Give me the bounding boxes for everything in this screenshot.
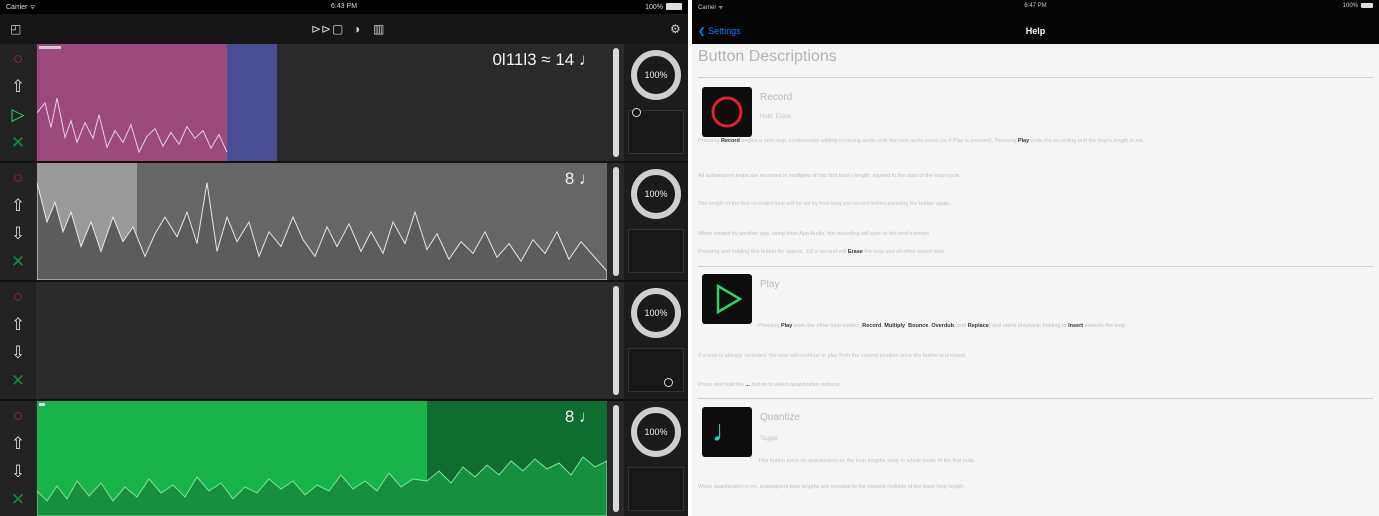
play-paragraph-2: If a loop is already recorded, the loop …	[698, 353, 967, 359]
track-1-divider[interactable]	[613, 48, 619, 157]
track-2-volume-knob[interactable]: 100%	[631, 169, 681, 219]
play-button-icon[interactable]: ▷	[4, 104, 32, 126]
record-icon-box	[702, 87, 752, 137]
record-button-icon[interactable]: ○	[4, 167, 32, 189]
battery-percent: 100%	[645, 4, 663, 11]
stop-icon[interactable]: ▢	[332, 22, 343, 36]
multiply-button-icon[interactable]: ⇧	[4, 314, 32, 336]
track-2-divider[interactable]	[613, 167, 619, 276]
track-1-loop-region	[37, 44, 227, 161]
multiply-button-icon[interactable]: ⇧	[4, 433, 32, 455]
battery-indicator: 100%	[645, 3, 682, 11]
record-button-icon[interactable]: ○	[4, 405, 32, 427]
square-icon[interactable]: ◰	[10, 22, 21, 36]
record-paragraph-3: The length of the first recorded loop wi…	[698, 201, 951, 207]
track-4-volume-knob[interactable]: 100%	[631, 407, 681, 457]
track-3-waveform[interactable]	[37, 282, 607, 399]
record-paragraph-5: Pressing and holding this button for app…	[698, 249, 946, 255]
track-4-divider[interactable]	[613, 405, 619, 512]
record-button-icon[interactable]: ○	[4, 48, 32, 70]
track-3-empty-region	[37, 282, 607, 399]
track-3: ○ ⇧ ⇩ ✕ 100%	[0, 282, 688, 401]
battery-indicator: 100%	[1343, 3, 1373, 9]
section-heading: Button Descriptions	[698, 48, 837, 65]
track-2-controls: 100%	[624, 163, 688, 280]
record-paragraph-4: When hosted by another app, using Inter-…	[698, 231, 931, 237]
track-1-position-marker	[39, 45, 61, 49]
play-paragraph-3: Press and hold the ... button to select …	[698, 382, 841, 388]
divider	[698, 398, 1373, 399]
toolbar: ◰ ⊳⊳ ▢ ◑ ▥ ⚙	[0, 14, 688, 44]
battery-icon	[1361, 3, 1373, 8]
track-4: ○ ⇧ ⇩ ✕ 8 ♩ 100%	[0, 401, 688, 516]
gear-icon[interactable]: ⚙	[670, 22, 681, 36]
mute-button-icon[interactable]: ✕	[4, 251, 32, 273]
track-2-buttons: ○ ⇧ ⇩ ✕	[0, 163, 36, 280]
track-3-divider[interactable]	[613, 286, 619, 395]
undo-button-icon[interactable]: ⇩	[4, 342, 32, 364]
track-3-pan-slot[interactable]	[628, 348, 684, 392]
skip-icon[interactable]: ⊳⊳	[311, 22, 331, 36]
track-2-length-label: 8 ♩	[564, 169, 596, 188]
record-paragraph-2: All subsequent loops are recorded in mul…	[698, 173, 961, 179]
quantize-paragraph-2: When quantization is on, subsequent loop…	[698, 484, 965, 490]
mute-button-icon[interactable]: ✕	[4, 370, 32, 392]
trash-icon[interactable]: ▥	[373, 22, 384, 36]
mute-button-icon[interactable]: ✕	[4, 489, 32, 511]
quantize-paragraph-1: This button turns on quantization so the…	[758, 458, 976, 464]
record-icon	[711, 96, 743, 128]
play-paragraph-1: Pressing Play ends the other loop modes …	[758, 323, 1127, 329]
battery-percent: 100%	[1342, 3, 1358, 9]
track-2: ○ ⇧ ⇩ ✕ 8 ♩ 100%	[0, 163, 688, 282]
track-4-controls: 100%	[624, 401, 688, 516]
divider	[698, 266, 1373, 267]
quantize-icon-box: ♩	[702, 407, 752, 457]
track-1-overdub-region	[227, 44, 277, 161]
play-title: Play	[760, 279, 780, 290]
track-1-controls: 100%	[624, 44, 688, 161]
track-1-volume-knob[interactable]: 100%	[631, 50, 681, 100]
multiply-button-icon[interactable]: ⇧	[4, 195, 32, 217]
track-1-buttons: ○ ⇧ ▷ ✕	[0, 44, 36, 161]
track-4-waveform[interactable]	[37, 401, 607, 516]
track-4-length-label: 8 ♩	[564, 407, 596, 426]
nav-bar: Carrier ᯤ 6:47 PM 100% ❮ Settings Help	[692, 0, 1379, 44]
track-3-pan-knob[interactable]	[664, 378, 673, 387]
play-icon-box	[702, 274, 752, 324]
battery-icon	[666, 3, 682, 10]
multiply-button-icon[interactable]: ⇧	[4, 76, 32, 98]
record-title: Record	[760, 92, 793, 103]
record-button-icon[interactable]: ○	[4, 286, 32, 308]
quantize-title: Quantize	[760, 412, 801, 423]
looper-screen: Carrier ᯤ 6:43 PM 100% ◰ ⊳⊳ ▢ ◑ ▥ ⚙ ○ ⇧ …	[0, 0, 688, 516]
divider	[698, 77, 1373, 78]
track-2-waveform[interactable]	[37, 163, 607, 280]
status-bar: Carrier ᯤ 6:43 PM 100%	[0, 0, 688, 14]
track-3-buttons: ○ ⇧ ⇩ ✕	[0, 282, 36, 399]
play-icon	[716, 283, 743, 315]
contrast-icon[interactable]: ◑	[353, 22, 360, 36]
track-4-buttons: ○ ⇧ ⇩ ✕	[0, 401, 36, 516]
undo-button-icon[interactable]: ⇩	[4, 461, 32, 483]
track-1-length-label: 0l11l3 ≈ 14 ♩	[492, 50, 596, 69]
clock-label: 6:47 PM	[1024, 3, 1047, 9]
quantize-subtitle: Toggle	[760, 436, 778, 442]
music-note-icon: ♩	[712, 415, 742, 448]
help-screen: Carrier ᯤ 6:47 PM 100% ❮ Settings Help B…	[692, 0, 1379, 516]
mute-button-icon[interactable]: ✕	[4, 132, 32, 154]
page-title: Help	[1025, 26, 1046, 36]
record-paragraph-1: Pressing Record begins a new loop, conti…	[698, 138, 1145, 144]
track-4-pan-slot[interactable]	[628, 467, 684, 511]
track-2-pan-slot[interactable]	[628, 229, 684, 273]
clock-label: 6:43 PM	[330, 3, 358, 10]
undo-button-icon[interactable]: ⇩	[4, 223, 32, 245]
record-subtitle: Hold: Erase	[760, 114, 792, 120]
track-3-controls: 100%	[624, 282, 688, 399]
track-1: ○ ⇧ ▷ ✕ 0l11l3 ≈ 14 ♩ 100%	[0, 44, 688, 163]
track-3-volume-knob[interactable]: 100%	[631, 288, 681, 338]
track-1-pan-knob[interactable]	[632, 108, 641, 117]
track-4-position-marker	[39, 403, 45, 406]
